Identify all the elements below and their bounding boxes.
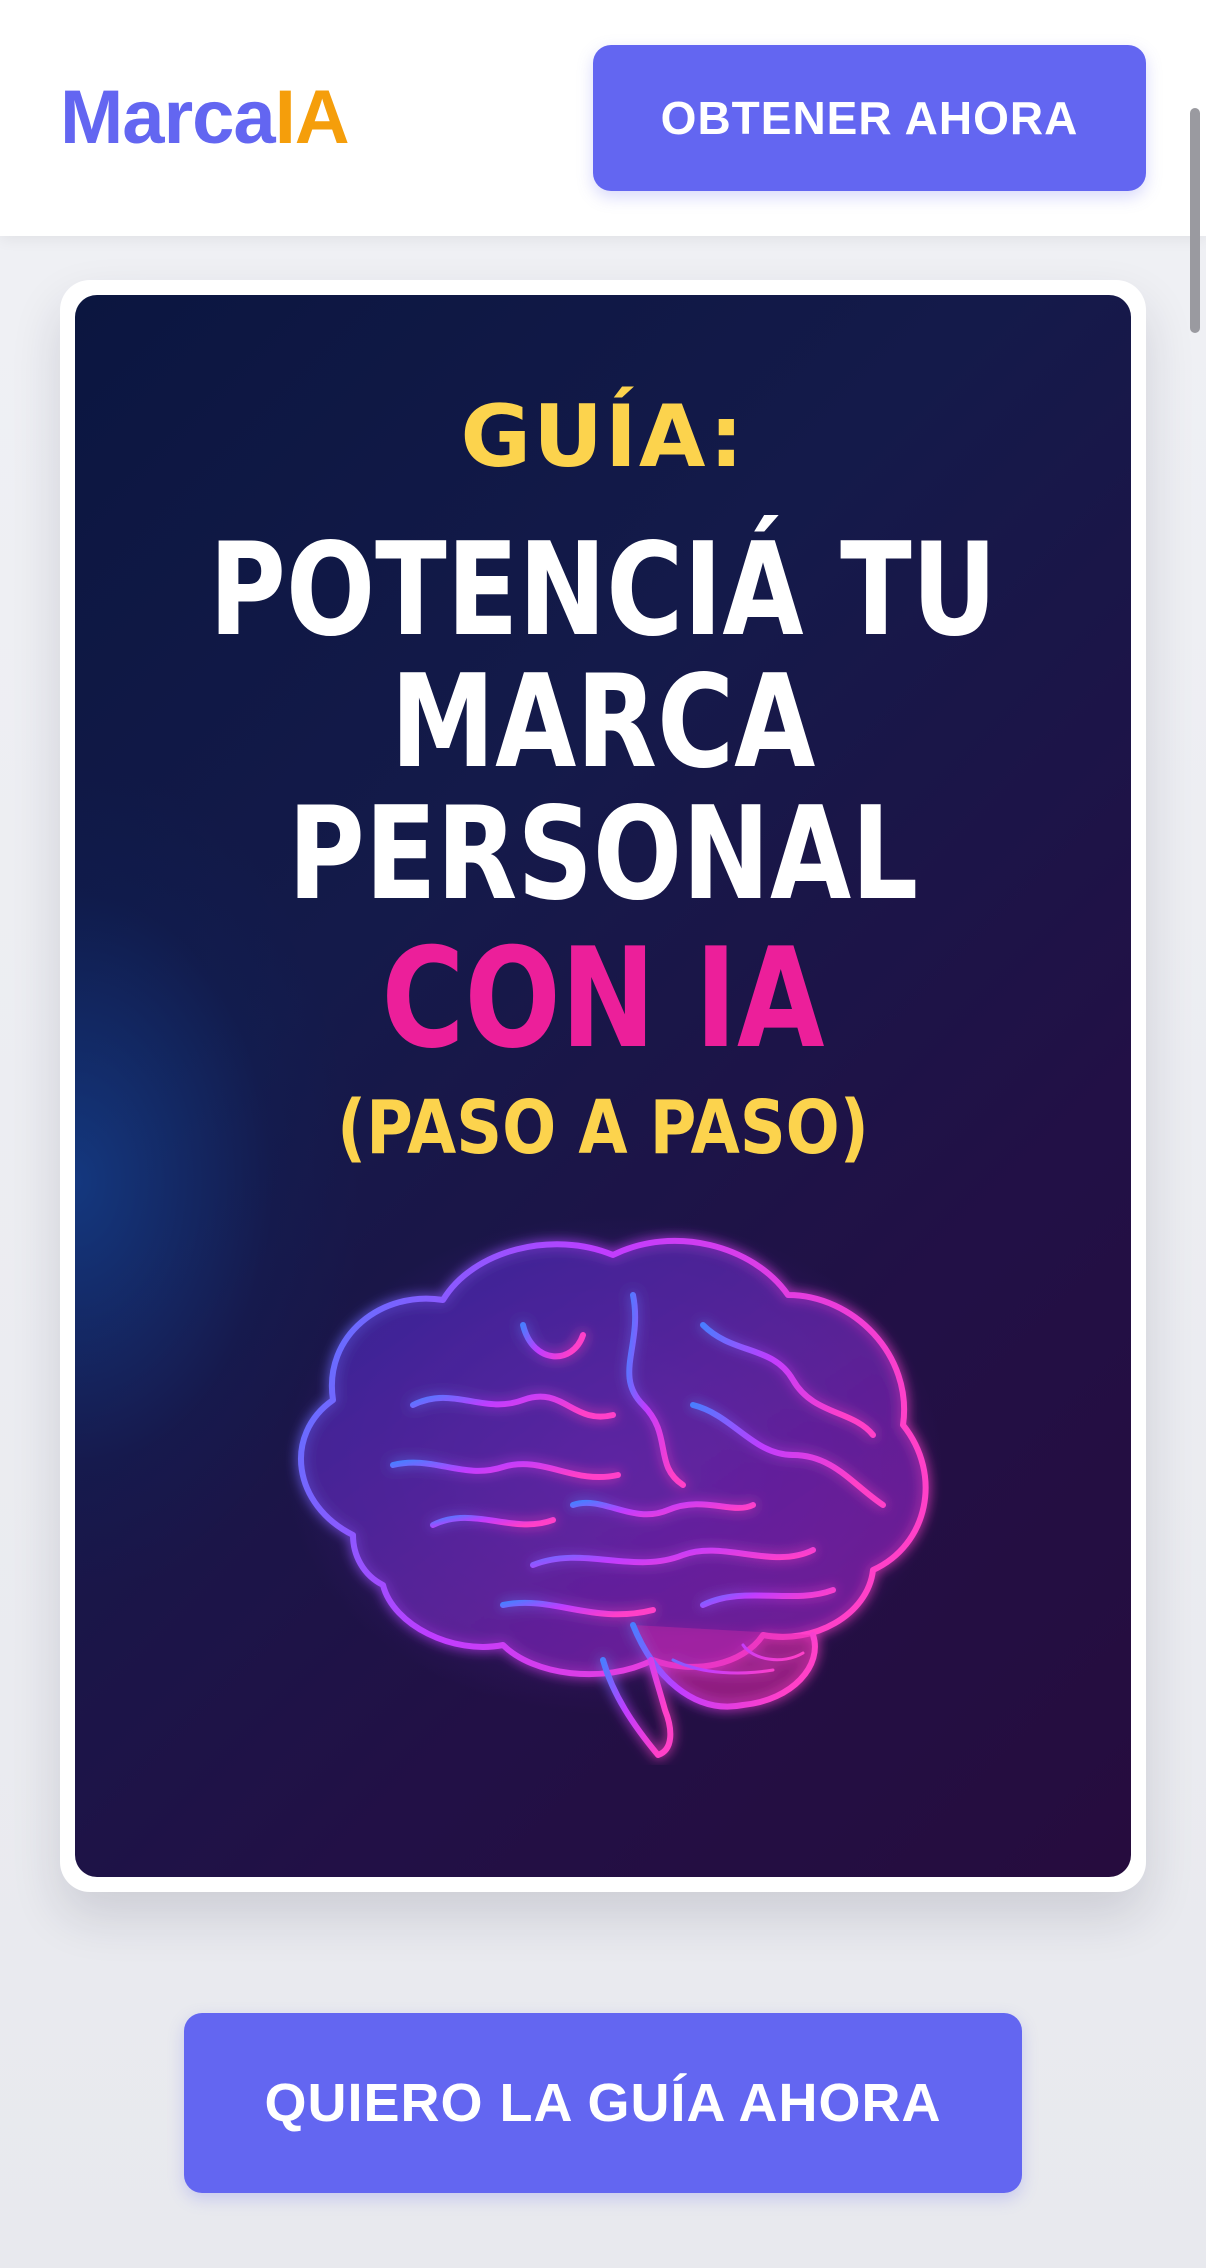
scrollbar-thumb[interactable]	[1190, 108, 1200, 333]
logo-text-marca: Marca	[60, 75, 276, 160]
glowing-brain-icon	[283, 1215, 943, 1758]
logo-text-ia: IA	[274, 75, 350, 160]
guide-cover-card: GUÍA: POTENCIÁ TU MARCA PERSONAL CON IA …	[60, 280, 1146, 1892]
cover-highlight: CON IA	[381, 918, 825, 1079]
cover-title-line: MARCA	[390, 648, 816, 797]
guide-cover-image: GUÍA: POTENCIÁ TU MARCA PERSONAL CON IA …	[75, 295, 1131, 1877]
want-guide-now-button[interactable]: QUIERO LA GUÍA AHORA	[184, 2013, 1022, 2193]
cover-title-line: PERSONAL	[287, 780, 919, 929]
cover-subtitle: (PASO A PASO)	[337, 1085, 869, 1171]
cover-title: POTENCIÁ TU MARCA PERSONAL	[170, 525, 1036, 921]
site-header: MarcaIA OBTENER AHORA	[0, 0, 1206, 236]
cover-title-line: POTENCIÁ TU	[209, 516, 997, 665]
get-now-button[interactable]: OBTENER AHORA	[593, 45, 1146, 191]
cover-kicker: GUÍA:	[460, 387, 746, 487]
logo[interactable]: MarcaIA	[60, 74, 350, 162]
